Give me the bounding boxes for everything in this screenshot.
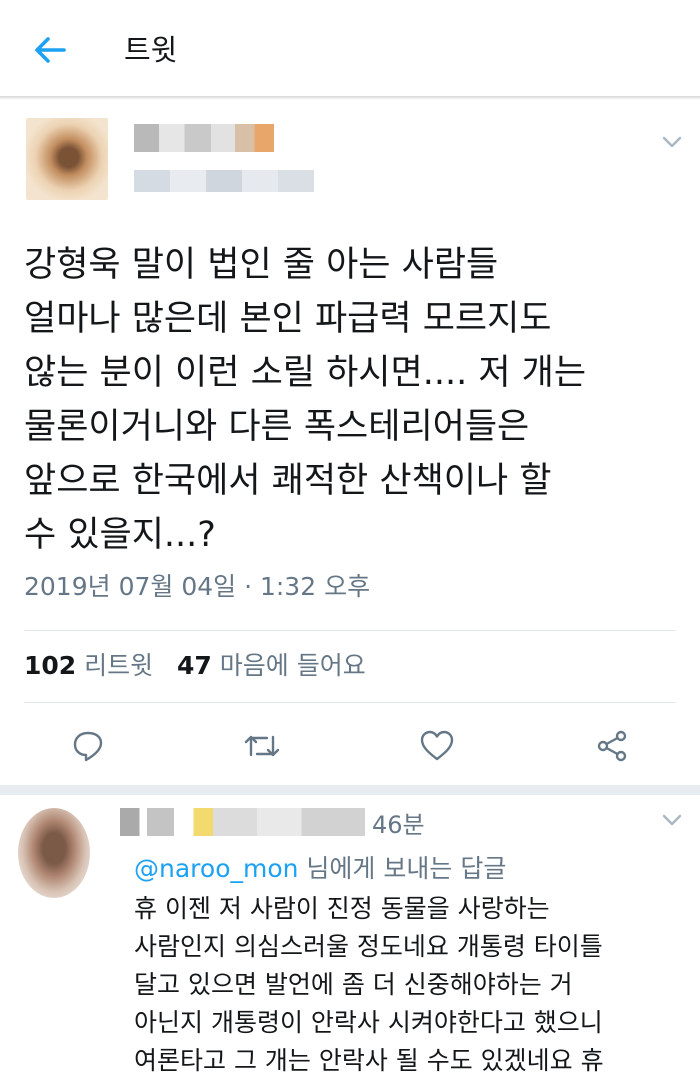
- tweet-text: 강형욱 말이 법인 줄 아는 사람들 얼마나 많은데 본인 파급력 모르지도 않…: [24, 245, 587, 555]
- chevron-down-icon[interactable]: [660, 808, 684, 832]
- reply-button[interactable]: [66, 724, 110, 768]
- reply-text: 휴 이젠 저 사람이 진정 동물을 사랑하는 사람인지 의심스러울 정도네요 개…: [134, 894, 604, 1075]
- back-button[interactable]: [30, 30, 70, 70]
- reply-author-redacted[interactable]: [120, 808, 365, 836]
- like-icon: [420, 730, 454, 761]
- divider: [24, 630, 676, 631]
- like-label[interactable]: 마음에 들어요: [220, 651, 366, 680]
- author-avatar[interactable]: [26, 118, 108, 200]
- divider: [24, 702, 676, 703]
- like-count[interactable]: 47: [177, 651, 212, 680]
- page-title: 트윗: [124, 33, 178, 67]
- section-gap: [0, 785, 700, 795]
- retweet-button[interactable]: [240, 724, 284, 768]
- reply-time: 46분: [372, 811, 425, 839]
- retweet-count[interactable]: 102: [24, 651, 76, 680]
- share-button[interactable]: [590, 724, 634, 768]
- top-app-bar: 트윗: [0, 0, 700, 96]
- like-button[interactable]: [415, 724, 459, 768]
- reply-icon: [73, 731, 103, 762]
- mention-link[interactable]: @naroo_mon: [134, 854, 298, 883]
- share-icon: [597, 730, 627, 762]
- tweet-timestamp: 2019년 07월 04일 · 1:32 오후: [24, 572, 371, 601]
- author-name-redacted[interactable]: [134, 124, 274, 152]
- author-handle-redacted: [134, 170, 314, 192]
- retweet-label[interactable]: 리트윗: [84, 651, 153, 680]
- arrow-left-icon: [35, 37, 66, 63]
- tweet-stats: 102 리트윗 47 마음에 들어요: [24, 648, 366, 684]
- replying-to: @naroo_mon 님에게 보내는 답글: [134, 852, 506, 886]
- header-shadow: [0, 96, 700, 100]
- retweet-icon: [244, 735, 280, 757]
- reply-avatar[interactable]: [18, 808, 90, 898]
- chevron-down-icon[interactable]: [660, 130, 684, 154]
- replying-to-label: 님에게 보내는 답글: [298, 854, 507, 883]
